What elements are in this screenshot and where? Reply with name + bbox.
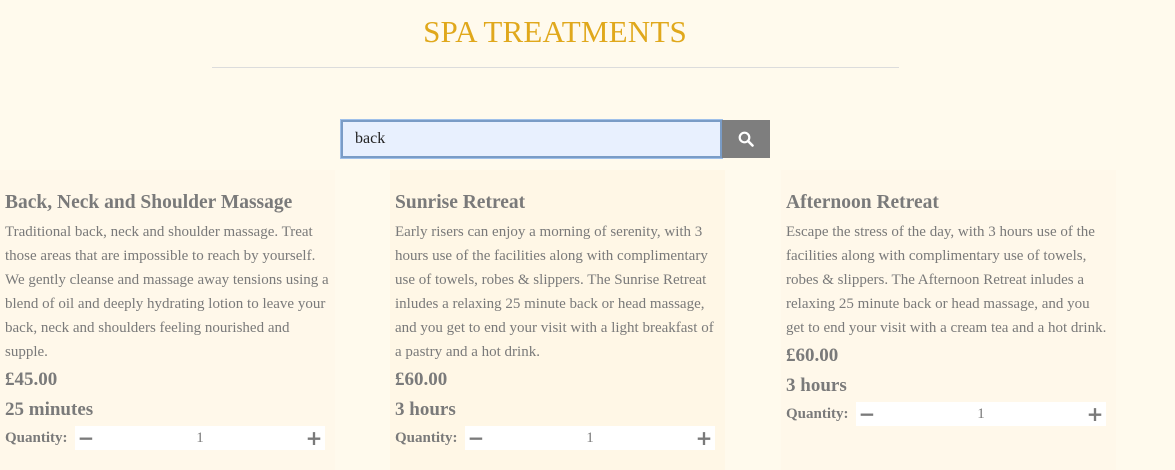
plus-icon[interactable]: + xyxy=(303,426,325,450)
plus-icon[interactable]: + xyxy=(1084,402,1106,426)
page-title: SPA TREATMENTS xyxy=(423,14,687,49)
plus-icon[interactable]: + xyxy=(693,426,715,450)
quantity-stepper: − 1 + xyxy=(465,426,715,450)
minus-icon[interactable]: − xyxy=(856,402,878,426)
treatment-card: Sunrise Retreat Early risers can enjoy a… xyxy=(390,170,725,470)
quantity-label: Quantity: xyxy=(5,429,68,446)
quantity-stepper: − 1 + xyxy=(856,402,1106,426)
treatment-description: Traditional back, neck and shoulder mass… xyxy=(5,224,329,360)
search-button[interactable] xyxy=(722,120,770,158)
search-icon xyxy=(738,131,754,147)
treatment-title: Back, Neck and Shoulder Massage xyxy=(5,192,293,213)
minus-icon[interactable]: − xyxy=(75,426,97,450)
treatment-card: Back, Neck and Shoulder Massage Traditio… xyxy=(0,170,335,470)
treatment-title: Afternoon Retreat xyxy=(786,192,939,213)
quantity-label: Quantity: xyxy=(395,429,458,446)
minus-icon[interactable]: − xyxy=(465,426,487,450)
quantity-value[interactable]: 1 xyxy=(97,430,303,447)
quantity-value[interactable]: 1 xyxy=(878,406,1084,423)
treatment-duration: 25 minutes xyxy=(5,399,94,420)
treatment-price: £60.00 xyxy=(786,345,839,366)
quantity-row: Quantity: − 1 + xyxy=(786,402,1111,426)
quantity-row: Quantity: − 1 + xyxy=(5,426,330,450)
treatment-card: Afternoon Retreat Escape the stress of t… xyxy=(781,170,1116,470)
treatment-title: Sunrise Retreat xyxy=(395,192,526,213)
treatment-duration: 3 hours xyxy=(786,375,847,396)
title-divider xyxy=(212,67,899,68)
quantity-row: Quantity: − 1 + xyxy=(395,426,720,450)
treatment-description: Early risers can enjoy a morning of sere… xyxy=(395,224,714,360)
treatment-price: £60.00 xyxy=(395,369,448,390)
treatment-price: £45.00 xyxy=(5,369,58,390)
quantity-label: Quantity: xyxy=(786,405,849,422)
quantity-value[interactable]: 1 xyxy=(487,430,693,447)
treatment-description: Escape the stress of the day, with 3 hou… xyxy=(786,224,1107,336)
treatment-duration: 3 hours xyxy=(395,399,456,420)
search-input[interactable] xyxy=(340,119,723,159)
quantity-stepper: − 1 + xyxy=(75,426,325,450)
